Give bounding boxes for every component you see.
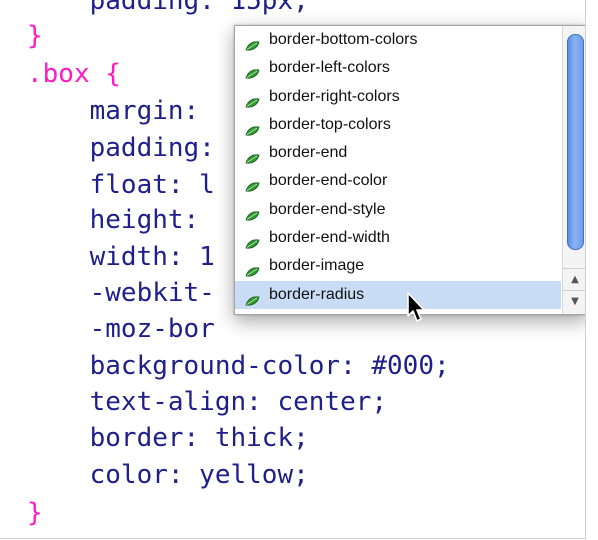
autocomplete-item[interactable]: border-end-color <box>235 167 561 195</box>
code-editor[interactable]: padding: 15px;} .box { margin: padding: f… <box>0 0 586 539</box>
autocomplete-item[interactable]: border-end-width <box>235 224 561 252</box>
autocomplete-item[interactable]: border-bottom-colors <box>235 26 561 54</box>
autocomplete-item-label: border-image <box>269 257 365 275</box>
code-line-background[interactable]: background-color: #000; <box>27 349 450 383</box>
green-leaf-icon <box>245 62 260 79</box>
code-token: } <box>27 21 43 51</box>
code-line-moz[interactable]: -moz-bor <box>27 312 215 346</box>
autocomplete-item-label: border-end <box>269 144 348 162</box>
code-token: .box { <box>27 59 121 89</box>
code-line-close-brace-1[interactable]: } <box>27 19 43 53</box>
code-token: #000; <box>371 351 450 381</box>
code-line-width[interactable]: width: 1 <box>27 240 215 274</box>
code-token: } <box>27 498 43 528</box>
code-line-border[interactable]: border: thick; <box>27 421 309 455</box>
code-token: float: l <box>27 170 215 200</box>
code-token: -moz-bor <box>27 314 215 344</box>
scroll-up-arrow-icon[interactable]: ▲ <box>563 268 585 291</box>
code-line-webkit[interactable]: -webkit- <box>27 276 215 310</box>
autocomplete-item[interactable]: border-right-colors <box>235 83 561 111</box>
code-line-box-selector[interactable]: .box { <box>27 57 121 91</box>
code-token: -webkit- <box>27 278 215 308</box>
green-leaf-icon <box>245 119 260 136</box>
code-line-text-align[interactable]: text-align: center; <box>27 385 387 419</box>
mouse-pointer-icon <box>407 292 425 322</box>
autocomplete-item-label: border-right-colors <box>269 87 400 105</box>
code-token: width: 1 <box>27 242 215 272</box>
autocomplete-item[interactable]: border-radius <box>235 280 561 309</box>
code-token: background-color: <box>27 351 372 381</box>
code-line-padding-partial[interactable]: padding: 15px; <box>27 0 309 18</box>
code-token: border: thick; <box>27 423 309 453</box>
code-line-float[interactable]: float: l <box>27 168 215 202</box>
autocomplete-item-label: border-bottom-colors <box>269 31 418 48</box>
code-line-close-brace-2[interactable]: } <box>27 496 43 530</box>
green-leaf-icon <box>245 289 260 306</box>
autocomplete-list[interactable]: border-bottom-colors border-left-colors bo… <box>235 26 561 309</box>
green-leaf-icon <box>245 34 260 51</box>
autocomplete-item-label: border-end-width <box>269 229 390 247</box>
code-token: text-align: center; <box>27 387 388 417</box>
autocomplete-item[interactable]: border-left-colors <box>235 54 561 82</box>
green-leaf-icon <box>245 232 260 249</box>
autocomplete-item[interactable]: border-top-colors <box>235 111 561 139</box>
code-token: height: <box>27 205 200 235</box>
autocomplete-item-label: border-top-colors <box>269 115 391 133</box>
code-line-height[interactable]: height: <box>27 203 200 237</box>
autocomplete-item[interactable]: border-end-style <box>235 196 561 224</box>
code-line-margin[interactable]: margin: <box>27 94 200 128</box>
green-leaf-icon <box>245 175 260 193</box>
scrollbar-thumb[interactable] <box>567 34 584 250</box>
scroll-down-arrow-icon[interactable]: ▼ <box>563 290 585 313</box>
scrollbar[interactable]: ▲ ▼ <box>562 26 585 314</box>
code-line-color[interactable]: color: yellow; <box>27 458 309 492</box>
green-leaf-icon <box>245 91 260 108</box>
autocomplete-item-label: border-end-style <box>269 200 386 218</box>
autocomplete-item-label: border-left-colors <box>269 59 390 77</box>
autocomplete-item-label: border-radius <box>269 285 365 303</box>
code-token: color: yellow; <box>27 460 309 490</box>
code-token: padding: 15px; <box>27 0 309 16</box>
green-leaf-icon <box>245 260 260 277</box>
green-leaf-icon <box>245 204 260 221</box>
green-leaf-icon <box>245 147 260 164</box>
autocomplete-popup[interactable]: border-bottom-colors border-left-colors bo… <box>234 25 585 315</box>
autocomplete-item-label: border-end-color <box>269 172 388 190</box>
code-line-padding[interactable]: padding: <box>27 131 215 165</box>
code-token: margin: <box>27 96 200 126</box>
code-token: padding: <box>27 133 215 163</box>
autocomplete-item[interactable]: border-end <box>235 139 561 167</box>
autocomplete-item[interactable]: border-image <box>235 252 561 280</box>
